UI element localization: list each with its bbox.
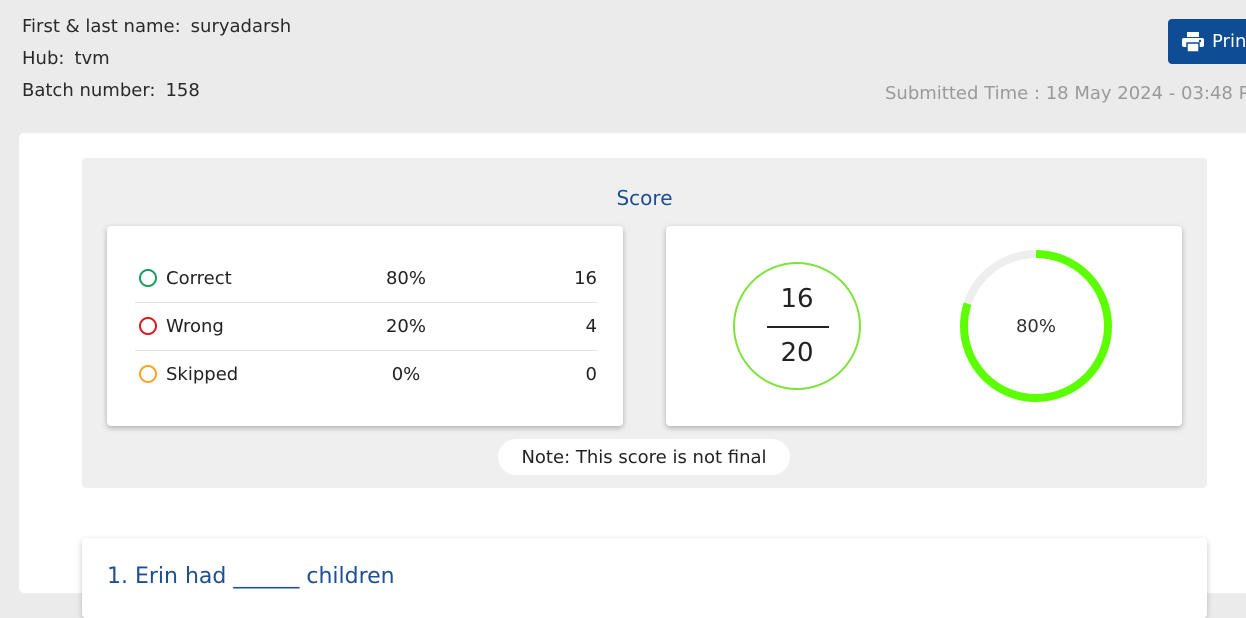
score-breakdown: Correct 80% 16 Wrong 20% 4 Skipped 0% 0 bbox=[107, 226, 623, 426]
progress-percent: 80% bbox=[1015, 315, 1056, 337]
score-row-wrong: Wrong 20% 4 bbox=[135, 302, 597, 351]
submitted-time: Submitted Time : 18 May 2024 - 03:48 PM bbox=[885, 83, 1246, 104]
score-visuals: 16 20 80% bbox=[666, 226, 1182, 426]
question-text: 1. Erin had ______ children bbox=[107, 564, 395, 589]
row-count: 4 bbox=[585, 315, 597, 337]
print-button[interactable]: Print bbox=[1168, 19, 1246, 64]
score-title: Score bbox=[616, 186, 673, 210]
question-card: 1. Erin had ______ children bbox=[82, 538, 1207, 618]
score-note: Note: This score is not final bbox=[498, 439, 790, 475]
name-info: First & last name: suryadarsh bbox=[22, 16, 291, 37]
hub-value: tvm bbox=[74, 48, 110, 69]
score-row-correct: Correct 80% 16 bbox=[135, 254, 597, 303]
hub-info: Hub: tvm bbox=[22, 48, 110, 69]
fraction-numerator: 16 bbox=[780, 284, 814, 314]
row-label: Skipped bbox=[166, 363, 239, 385]
row-count: 16 bbox=[574, 267, 597, 289]
printer-icon bbox=[1182, 31, 1204, 52]
row-count: 0 bbox=[585, 363, 597, 385]
row-label: Wrong bbox=[166, 315, 224, 337]
print-label: Print bbox=[1212, 31, 1246, 52]
score-fraction: 16 20 bbox=[733, 262, 861, 390]
name-label: First & last name: bbox=[22, 16, 181, 37]
skipped-ring-icon bbox=[139, 365, 157, 383]
score-row-skipped: Skipped 0% 0 bbox=[135, 350, 597, 398]
row-percent: 20% bbox=[385, 315, 426, 337]
batch-info: Batch number: 158 bbox=[22, 80, 200, 101]
fraction-denominator: 20 bbox=[780, 338, 814, 368]
score-panel: Score Correct 80% 16 Wrong 20% 4 Skipped… bbox=[82, 158, 1207, 488]
row-percent: 80% bbox=[385, 267, 426, 289]
batch-label: Batch number: bbox=[22, 80, 156, 101]
correct-ring-icon bbox=[139, 269, 157, 287]
hub-label: Hub: bbox=[22, 48, 65, 69]
wrong-ring-icon bbox=[139, 317, 157, 335]
result-card: Score Correct 80% 16 Wrong 20% 4 Skipped… bbox=[19, 133, 1246, 618]
batch-value: 158 bbox=[165, 80, 200, 101]
row-label: Correct bbox=[166, 267, 232, 289]
row-percent: 0% bbox=[391, 363, 421, 385]
fraction-bar bbox=[767, 326, 829, 328]
name-value: suryadarsh bbox=[190, 16, 292, 37]
